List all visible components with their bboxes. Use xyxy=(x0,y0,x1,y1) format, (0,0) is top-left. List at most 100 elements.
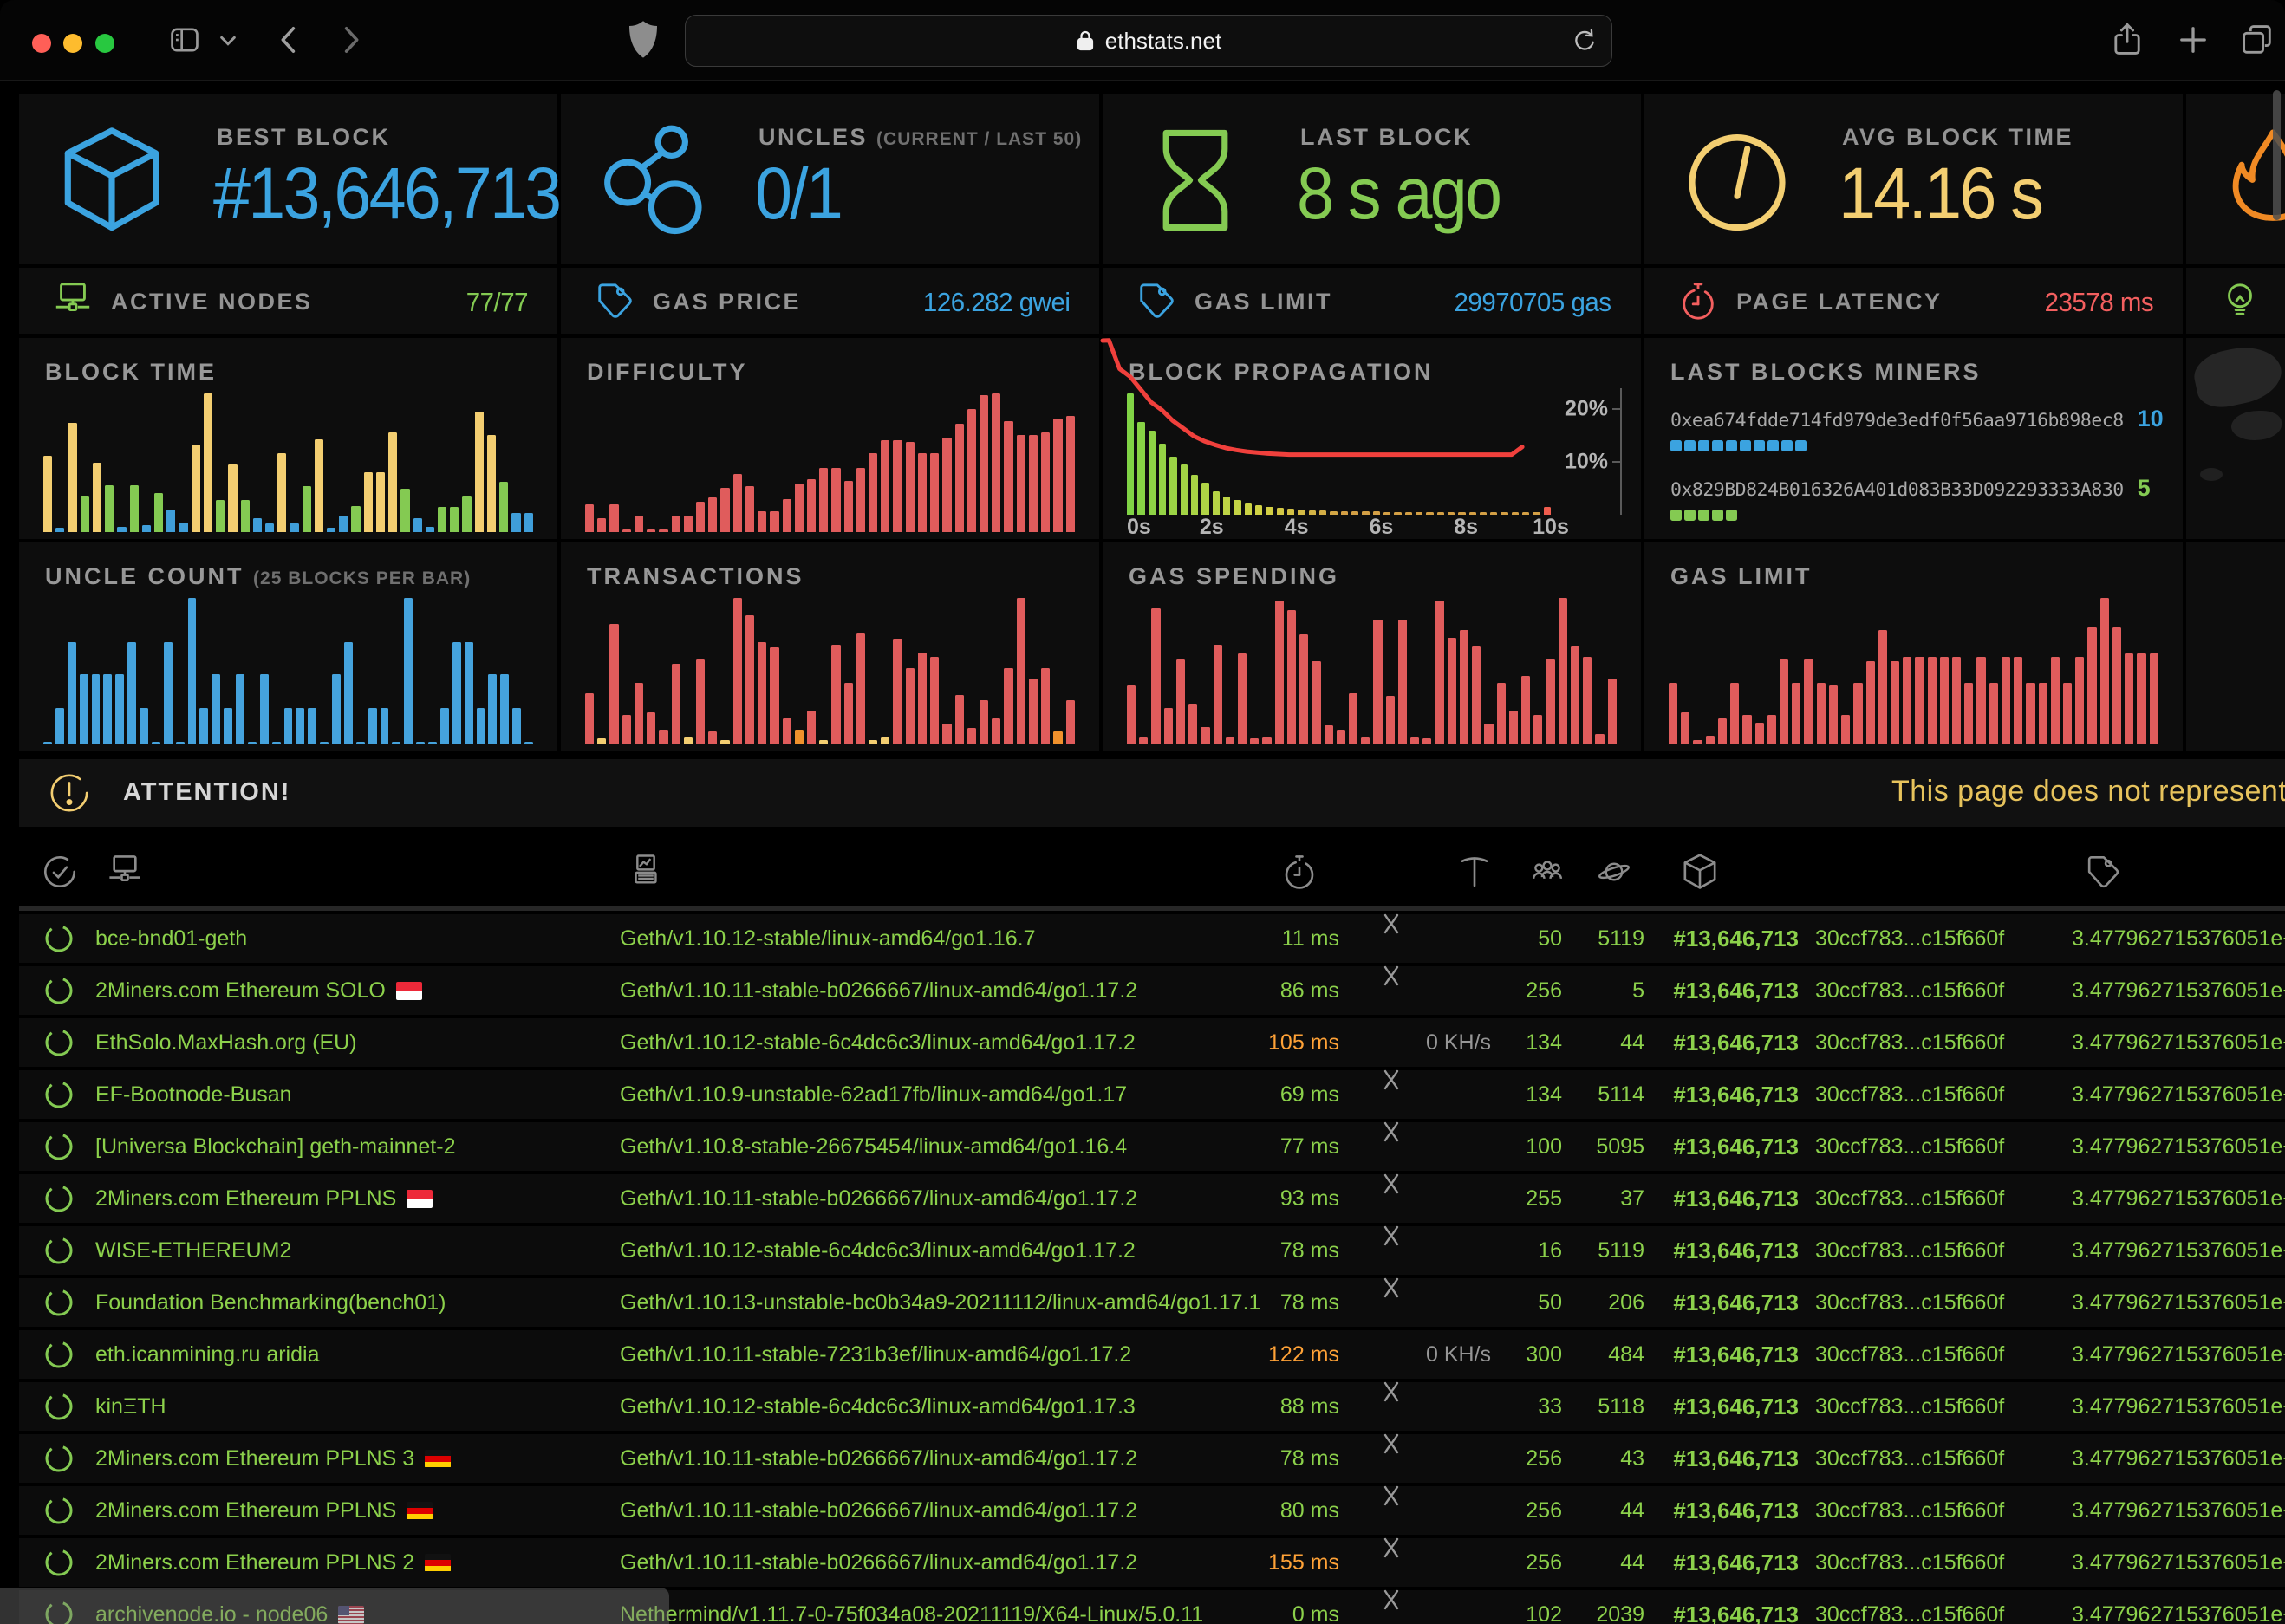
miner-entry[interactable]: 0xea674fdde714fd979de3edf0f56aa9716b898e… xyxy=(1670,406,2157,451)
node-pending: 484 xyxy=(1572,1330,1644,1379)
chart-bar xyxy=(1472,646,1481,744)
node-status-icon xyxy=(43,1027,75,1058)
peers-icon xyxy=(1528,853,1566,891)
miner-entry[interactable]: 0x829BD824B016326A401d083B33D092293333A8… xyxy=(1670,475,2157,521)
chart-bar xyxy=(1853,683,1862,744)
table-row[interactable]: bce-bnd01-gethGeth/v1.10.12-stable/linux… xyxy=(19,914,2285,963)
chart-bar xyxy=(696,502,705,532)
node-rows: bce-bnd01-gethGeth/v1.10.12-stable/linux… xyxy=(19,914,2285,1624)
privacy-shield-icon[interactable] xyxy=(626,19,661,61)
node-client-version: Geth/v1.10.9-unstable-62ad17fb/linux-amd… xyxy=(620,1070,1127,1119)
ethstats-dashboard: BEST BLOCK #13,646,713 UNCLES (CURRENT /… xyxy=(0,81,2285,1624)
last-block-panel: LAST BLOCK 8 s ago xyxy=(1103,94,1641,264)
chart-bar xyxy=(1608,679,1617,744)
back-button[interactable] xyxy=(270,21,309,59)
mining-pickaxes-icon xyxy=(1378,1590,1491,1613)
table-row[interactable]: EthSolo.MaxHash.org (EU) Geth/v1.10.12-st… xyxy=(19,1018,2285,1067)
chart-bar xyxy=(388,432,397,532)
table-row[interactable]: 2Miners.com Ethereum SOLOGeth/v1.10.11-s… xyxy=(19,966,2285,1015)
forward-button[interactable] xyxy=(331,21,369,59)
chart-bar xyxy=(188,598,197,744)
chart-bar xyxy=(1017,598,1025,744)
node-client-version: Geth/v1.10.13-unstable-bc0b34a9-20211112… xyxy=(620,1278,1260,1327)
mining-pickaxes-icon xyxy=(1378,1174,1491,1197)
node-block-hash: 30ccf783...c15f660f xyxy=(1815,1226,2004,1275)
node-client-version: Geth/v1.10.11-stable-b0266667/linux-amd6… xyxy=(620,1174,1137,1223)
best-block-panel: BEST BLOCK #13,646,713 xyxy=(19,94,557,264)
table-row[interactable]: EF-Bootnode-BusanGeth/v1.10.9-unstable-6… xyxy=(19,1070,2285,1119)
scrollbar-thumb[interactable] xyxy=(2273,90,2281,220)
chart-bar xyxy=(930,657,939,744)
node-client-version: Geth/v1.10.11-stable-b0266667/linux-amd6… xyxy=(620,1538,1137,1587)
node-hashrate: 0 KH/s xyxy=(1378,1330,1491,1379)
gas-spending-chart-panel: GAS SPENDING xyxy=(1103,542,1641,751)
chart-bar xyxy=(475,412,484,532)
node-last-block: #13,646,713 xyxy=(1663,1486,1799,1535)
node-pending: 5114 xyxy=(1572,1070,1644,1119)
node-map-panel-partial xyxy=(2186,338,2285,539)
table-row[interactable]: 2Miners.com Ethereum PPLNSGeth/v1.10.11-… xyxy=(19,1486,2285,1535)
close-window-button[interactable] xyxy=(32,34,51,53)
attention-bar: ATTENTION! This page does not represent … xyxy=(19,759,2285,827)
propagation-bin xyxy=(1201,483,1208,515)
node-pending: 43 xyxy=(1572,1434,1644,1483)
table-row[interactable]: Foundation Benchmarking(bench01)Geth/v1.… xyxy=(19,1278,2285,1327)
node-client-version: Geth/v1.10.12-stable-6c4dc6c3/linux-amd6… xyxy=(620,1018,1136,1067)
table-row[interactable]: eth.icanmining.ru aridiaGeth/v1.10.11-st… xyxy=(19,1330,2285,1379)
zoom-window-button[interactable] xyxy=(95,34,114,53)
mini-stat-label: ACTIVE NODES xyxy=(111,289,313,315)
chart-bar xyxy=(488,674,497,744)
flag-sg-icon xyxy=(407,1190,433,1208)
minimize-window-button[interactable] xyxy=(63,34,82,53)
chart-bar xyxy=(1521,676,1530,744)
chart-bar xyxy=(2075,657,2084,744)
tab-overview-button[interactable] xyxy=(2238,21,2276,59)
chart-bar xyxy=(1693,740,1702,744)
table-row[interactable]: kinΞTHGeth/v1.10.12-stable-6c4dc6c3/linu… xyxy=(19,1382,2285,1431)
page-latency-panel: PAGE LATENCY 23578 ms xyxy=(1644,268,2183,334)
node-icon xyxy=(106,853,144,891)
node-peers: 256 xyxy=(1507,1486,1562,1535)
chart-bar xyxy=(1164,708,1173,744)
table-row[interactable]: 2Miners.com Ethereum PPLNS 2Geth/v1.10.1… xyxy=(19,1538,2285,1587)
chart-bar xyxy=(1829,685,1838,744)
chart-bar xyxy=(315,439,323,532)
sidebar-chevron-down-icon[interactable] xyxy=(218,33,238,49)
node-pending: 44 xyxy=(1572,1018,1644,1067)
chart-bar xyxy=(980,395,988,532)
node-name: EthSolo.MaxHash.org (EU) xyxy=(95,1018,357,1067)
node-peers: 300 xyxy=(1507,1330,1562,1379)
table-row[interactable]: 2Miners.com Ethereum PPLNS 3Geth/v1.10.1… xyxy=(19,1434,2285,1483)
node-block-hash: 30ccf783...c15f660f xyxy=(1815,1174,2004,1223)
chart-bar xyxy=(43,742,52,744)
node-block-hash: 30ccf783...c15f660f xyxy=(1815,1590,2004,1624)
map-landmass xyxy=(2200,468,2223,481)
table-row[interactable]: WISE-ETHEREUM2Geth/v1.10.12-stable-6c4dc… xyxy=(19,1226,2285,1275)
node-status-icon xyxy=(43,1391,75,1422)
node-pending: 2039 xyxy=(1572,1590,1644,1624)
node-total-difficulty: 3.477962715376051e+22 xyxy=(2072,1382,2285,1431)
nodes-table: bce-bnd01-gethGeth/v1.10.12-stable/linux… xyxy=(19,837,2285,1624)
table-row[interactable]: 2Miners.com Ethereum PPLNSGeth/v1.10.11-… xyxy=(19,1174,2285,1223)
chart-bar xyxy=(1053,731,1062,744)
chart-bar xyxy=(428,742,437,744)
mining-pickaxes-icon xyxy=(1378,1278,1491,1301)
share-icon[interactable] xyxy=(2108,21,2146,59)
chart-bar xyxy=(1029,435,1038,532)
mining-pickaxes-icon xyxy=(1378,1538,1491,1561)
chart-bar xyxy=(1546,659,1554,744)
propagation-bin xyxy=(1255,505,1262,515)
gas-price-value: 126.282 gwei xyxy=(922,287,1070,318)
address-bar[interactable]: ethstats.net xyxy=(685,15,1612,67)
chart-bar xyxy=(807,479,816,532)
reload-button[interactable] xyxy=(1570,27,1598,55)
chart-bar xyxy=(1139,737,1148,744)
map-panel-partial-2 xyxy=(2186,542,2285,751)
chart-bar xyxy=(416,742,425,744)
sidebar-toggle-icon[interactable] xyxy=(167,23,202,57)
chart-bar xyxy=(856,468,865,532)
table-row[interactable]: [Universa Blockchain] geth-mainnet-2Geth… xyxy=(19,1122,2285,1171)
new-tab-button[interactable] xyxy=(2174,21,2212,59)
propagation-bin xyxy=(1234,500,1240,515)
flag-de-icon xyxy=(407,1502,433,1520)
